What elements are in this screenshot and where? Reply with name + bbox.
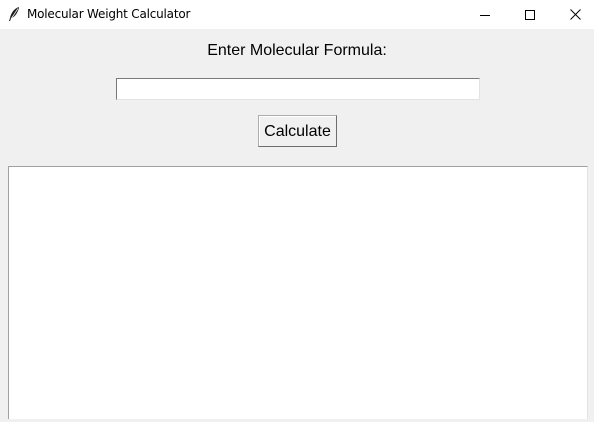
feather-icon <box>7 6 21 22</box>
close-icon <box>569 9 581 20</box>
maximize-button[interactable] <box>507 0 553 29</box>
window-title: Molecular Weight Calculator <box>27 7 191 21</box>
calculate-button[interactable]: Calculate <box>258 115 337 147</box>
maximize-icon <box>525 9 535 20</box>
close-button[interactable] <box>552 0 594 29</box>
formula-prompt-label: Enter Molecular Formula: <box>207 42 387 59</box>
result-text-area[interactable] <box>8 166 588 419</box>
title-bar[interactable]: Molecular Weight Calculator <box>0 0 594 29</box>
minimize-icon <box>480 14 490 16</box>
minimize-button[interactable] <box>462 0 508 29</box>
formula-input[interactable] <box>116 78 480 100</box>
app-window: Molecular Weight Calculator Enter Molecu… <box>0 0 594 422</box>
